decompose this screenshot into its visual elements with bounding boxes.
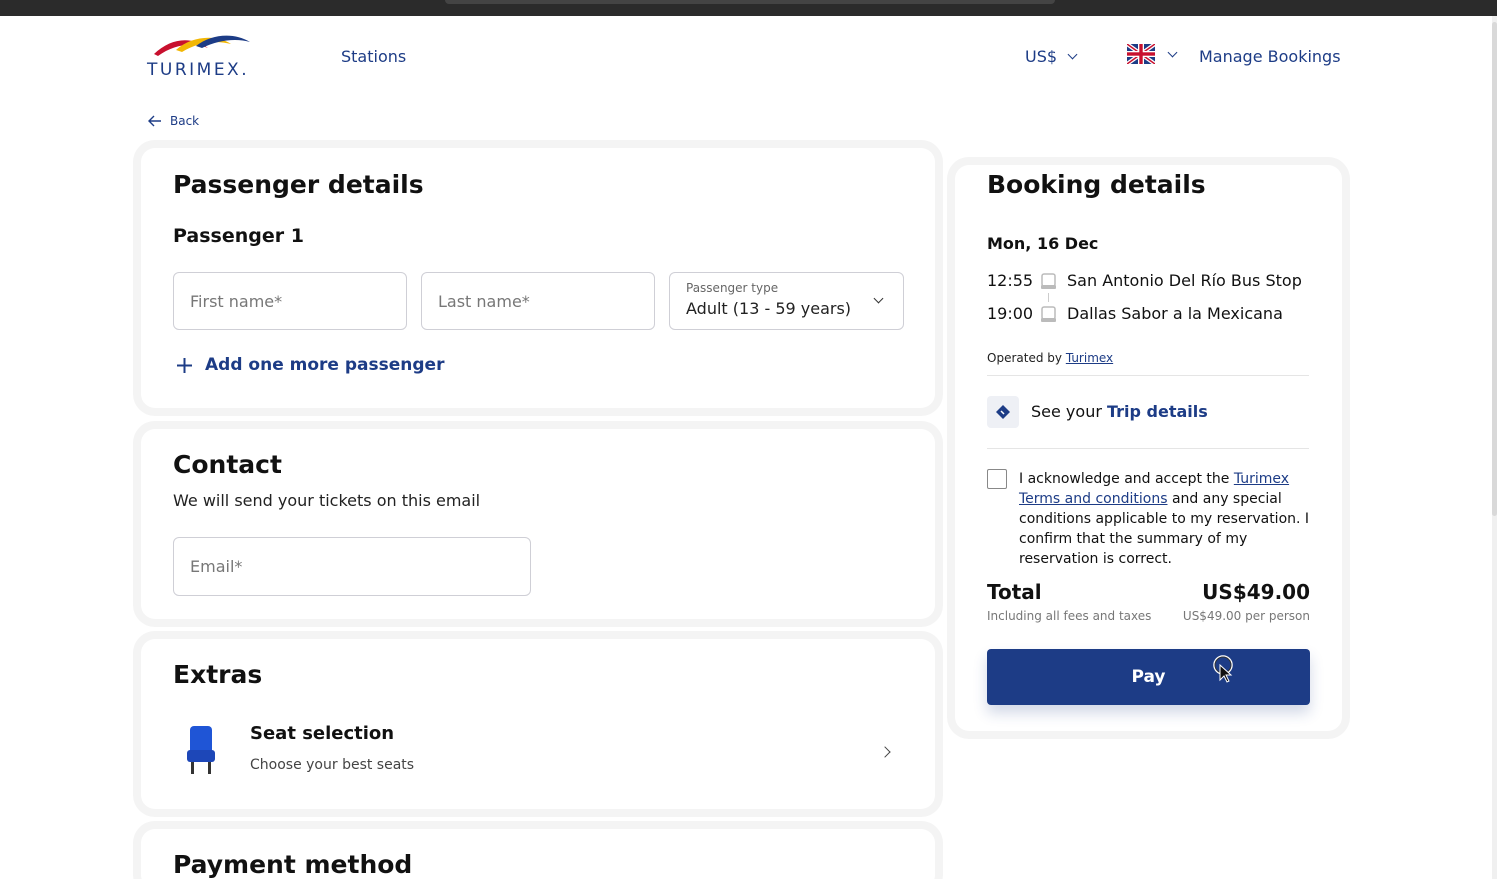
payment-method-title: Payment method [173,850,413,879]
seat-selection-row[interactable]: Seat selection Choose your best seats [173,712,903,792]
departure-time: 12:55 [987,271,1034,290]
email-placeholder: Email* [190,557,243,576]
logo-text: TURIMEX. [147,60,250,80]
seat-selection-subtitle: Choose your best seats [250,757,415,773]
pay-button[interactable]: Pay [987,649,1310,705]
email-field[interactable]: Email* [173,537,531,596]
language-selector[interactable] [1127,44,1178,64]
bus-stop-icon [1041,306,1056,322]
passenger-details-title: Passenger details [173,170,424,199]
arrow-left-icon [148,115,161,127]
terms-checkbox[interactable] [987,469,1007,489]
departure-stop: San Antonio Del Río Bus Stop [1067,271,1302,290]
uk-flag-icon [1127,44,1155,64]
trip-details-row[interactable]: See your Trip details [1031,402,1208,421]
chevron-right-icon [879,746,891,758]
trip-details-link[interactable]: Trip details [1107,402,1208,421]
operated-by-label: Operated by [987,351,1062,365]
trip-date: Mon, 16 Dec [987,234,1099,253]
first-name-placeholder: First name* [190,292,283,311]
seat-selection-title: Seat selection [250,723,395,744]
chevron-down-icon [1067,49,1078,60]
terms-text: I acknowledge and accept the Turimex Ter… [1019,469,1311,569]
extras-title: Extras [173,660,263,689]
total-value: US$49.00 [1202,580,1310,604]
total-label: Total [987,580,1042,604]
manage-bookings-link[interactable]: Manage Bookings [1199,47,1341,66]
terms-link-conditions[interactable]: Terms and conditions [1019,491,1168,507]
passenger-type-select[interactable]: Passenger type Adult (13 - 59 years) [669,272,904,330]
browser-address-pill [445,0,1055,4]
per-person-price: US$49.00 per person [1182,609,1310,623]
mouse-cursor-icon [1213,655,1233,683]
passenger-subtitle: Passenger 1 [173,225,304,247]
add-passenger-label: Add one more passenger [205,355,445,375]
plus-icon [177,357,192,373]
scrollbar-thumb[interactable] [1492,22,1497,516]
arrival-stop: Dallas Sabor a la Mexicana [1067,304,1283,323]
contact-description: We will send your tickets on this email [173,491,481,510]
currency-label: US$ [1025,47,1058,66]
seat-icon [187,726,215,774]
back-link[interactable]: Back [148,114,199,128]
fees-note: Including all fees and taxes [987,609,1152,623]
contact-title: Contact [173,450,282,479]
ticket-icon [987,396,1019,428]
page-scrollbar[interactable] [1492,16,1497,879]
operator-link[interactable]: Turimex [1066,351,1113,365]
back-label: Back [170,114,200,128]
operated-by: Operated by Turimex [987,351,1113,365]
chevron-down-icon [873,293,884,304]
nav-stations-link[interactable]: Stations [341,47,406,66]
route-connector [1048,293,1049,302]
add-passenger-button[interactable]: Add one more passenger [176,355,444,375]
trip-details-prefix: See your [1031,402,1102,421]
arrival-time: 19:00 [987,304,1034,323]
booking-details-title: Booking details [987,170,1206,199]
currency-selector[interactable]: US$ [1025,47,1078,66]
pay-label: Pay [1131,667,1166,687]
logo-swoosh-icon [154,35,250,56]
browser-top-bar [0,0,1497,16]
terms-link-turimex[interactable]: Turimex [1234,471,1289,487]
bus-stop-icon [1041,273,1056,289]
passenger-type-value: Adult (13 - 59 years) [686,299,852,318]
terms-intro: I acknowledge and accept the [1019,471,1230,487]
first-name-field[interactable]: First name* [173,272,407,330]
divider [987,375,1309,376]
chevron-down-icon [1167,47,1178,57]
passenger-type-label: Passenger type [686,281,779,295]
last-name-placeholder: Last name* [438,292,530,311]
last-name-field[interactable]: Last name* [421,272,655,330]
divider [987,448,1309,449]
